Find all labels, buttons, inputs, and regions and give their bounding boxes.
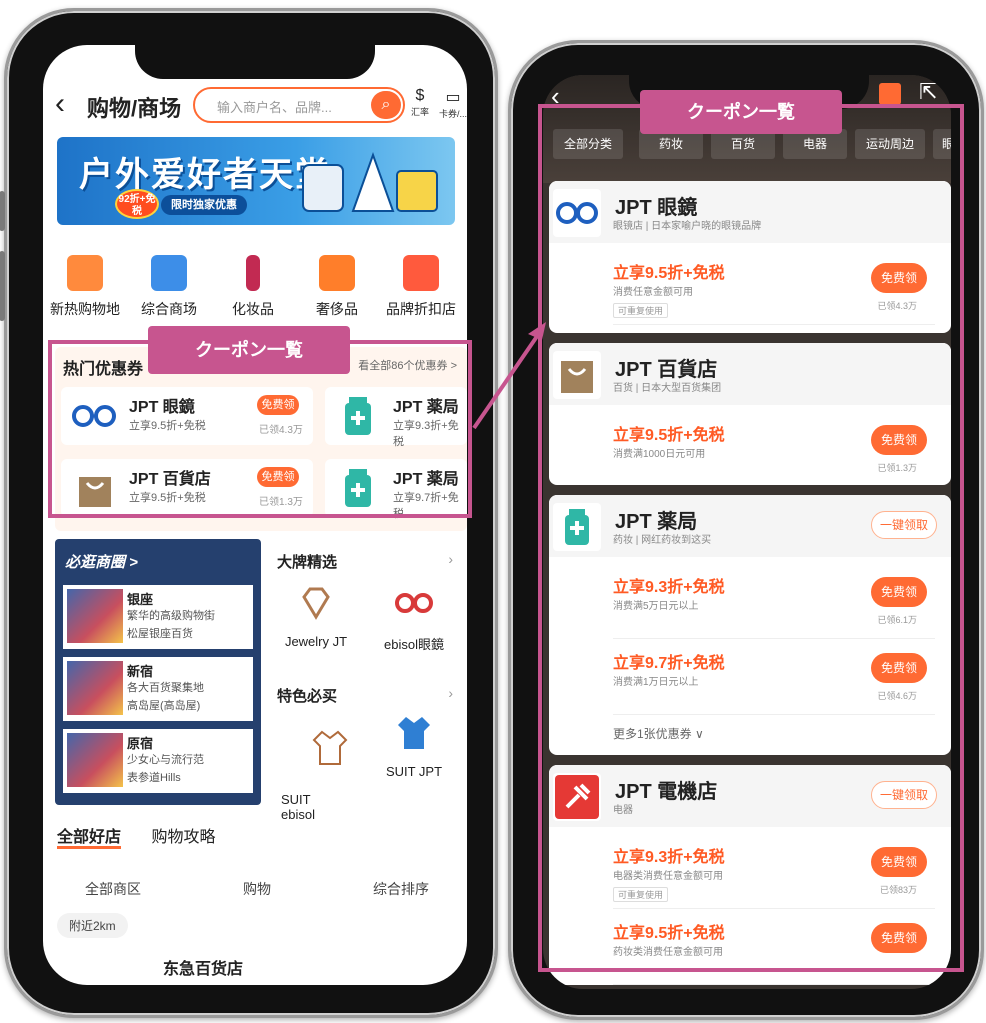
annotation-label-right: クーポン一覧 [640, 90, 842, 134]
right-highlight-frame [538, 104, 964, 972]
annotation-label-left: クーポン一覧 [148, 326, 350, 374]
